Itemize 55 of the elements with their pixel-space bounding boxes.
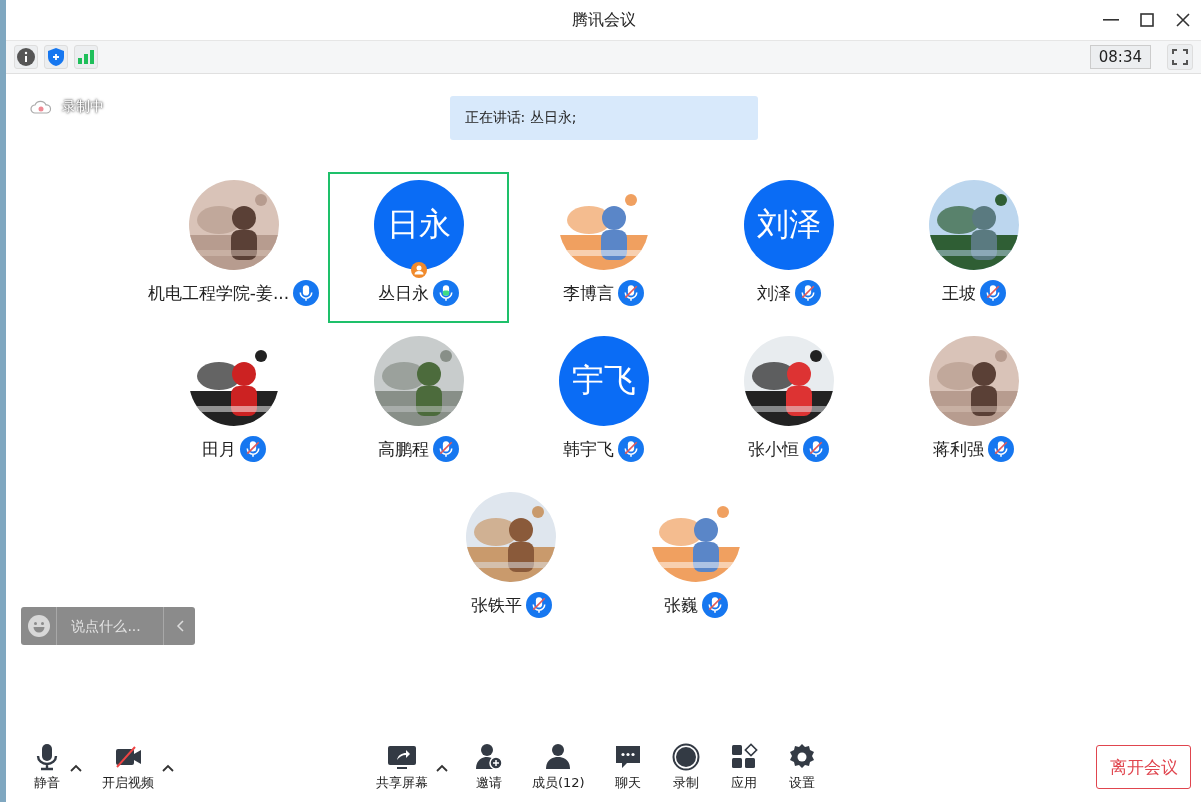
toolbar-button[interactable]: 共享屏幕: [372, 742, 432, 792]
participant-name: 张铁平: [470, 593, 522, 617]
participant-tile[interactable]: 李博言: [513, 172, 694, 323]
toolbar-button[interactable]: 邀请: [470, 742, 508, 792]
participant-tile[interactable]: 张小恒: [698, 328, 879, 479]
avatar-initials: 宇飞: [558, 336, 649, 426]
toolbar-button[interactable]: 成员(12): [528, 742, 589, 792]
record-icon: [670, 742, 701, 772]
participant-name: 田月: [201, 437, 236, 461]
participant-tile[interactable]: 张铁平: [420, 484, 602, 635]
security-button[interactable]: [44, 45, 68, 69]
window-title: 腾讯会议: [571, 9, 636, 31]
close-icon: [1176, 13, 1190, 27]
chat-input-field[interactable]: 说点什么...: [57, 607, 164, 645]
info-button[interactable]: [14, 45, 38, 69]
add-person-icon: [474, 742, 504, 772]
avatar-initials: 刘泽: [743, 180, 834, 270]
participant-tile[interactable]: 刘泽 刘泽: [698, 172, 879, 323]
toolbar-button[interactable]: 设置: [782, 742, 821, 792]
participant-tile[interactable]: 蒋利强: [883, 328, 1064, 479]
caret-icon: [70, 764, 82, 772]
recording-label: 录制中: [62, 98, 104, 116]
participant-tile[interactable]: 机电工程学院-姜...: [143, 172, 324, 323]
minimize-icon: [1103, 19, 1119, 21]
caret-icon: [436, 764, 448, 772]
cloud-record-icon: [30, 100, 52, 114]
maximize-icon: [1140, 13, 1154, 27]
speaking-banner: 正在讲话: 丛日永;: [449, 96, 758, 140]
participant-name: 张巍: [664, 593, 698, 617]
fullscreen-button[interactable]: [1167, 44, 1193, 70]
toolbar-button[interactable]: 开启视频: [98, 742, 158, 792]
participant-tile[interactable]: 张巍: [605, 484, 787, 635]
participant-tile[interactable]: 王坡: [883, 172, 1064, 323]
participant-tile[interactable]: 田月: [143, 328, 324, 479]
toolbar-button[interactable]: 应用: [724, 742, 763, 792]
participant-tile[interactable]: 宇飞 韩宇飞: [513, 328, 694, 479]
participant-name: 李博言: [563, 281, 614, 305]
participant-name: 机电工程学院-姜...: [147, 281, 290, 305]
participant-name: 张小恒: [748, 437, 799, 461]
toolbar-button[interactable]: 录制: [666, 742, 705, 792]
participant-name: 丛日永: [378, 281, 429, 305]
toolbar-button[interactable]: 静音: [28, 742, 66, 792]
participant-tile[interactable]: 日永 丛日永: [328, 172, 509, 323]
participant-name: 王坡: [941, 281, 976, 305]
avatar-initials: 日永: [373, 180, 464, 270]
participant-name: 刘泽: [756, 281, 791, 305]
chevron-icon: [175, 620, 184, 632]
caret-icon: [162, 764, 174, 772]
participant-name: 蒋利强: [933, 437, 984, 461]
participant-name: 韩宇飞: [563, 437, 614, 461]
participant-tile[interactable]: 高鹏程: [328, 328, 509, 479]
meeting-timer: 08:34: [1089, 45, 1151, 69]
toolbar-button[interactable]: 聊天: [608, 742, 647, 792]
leave-meeting-button[interactable]: 离开会议: [1096, 745, 1191, 789]
participant-name: 高鹏程: [378, 437, 429, 461]
